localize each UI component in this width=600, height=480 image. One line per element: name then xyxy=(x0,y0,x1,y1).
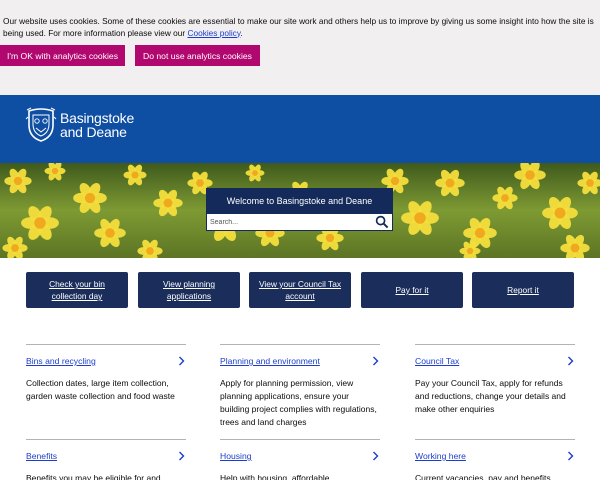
search-icon[interactable] xyxy=(375,215,389,229)
service-description: Current vacancies, pay and benefits xyxy=(415,473,551,480)
site-header: Basingstoke and Deane xyxy=(0,95,600,163)
divider xyxy=(415,439,575,440)
service-description: Pay your Council Tax, apply for refunds … xyxy=(415,378,566,414)
service-card: Council Tax Pay your Council Tax, apply … xyxy=(415,344,575,444)
quick-link-line: applications xyxy=(166,291,212,301)
logo-line-2: and Deane xyxy=(60,124,127,140)
chevron-right-icon[interactable] xyxy=(567,451,574,461)
divider xyxy=(26,439,186,440)
logo-line-1: Basingstoke xyxy=(60,110,135,126)
council-crest-icon xyxy=(25,107,57,142)
housing-link[interactable]: Housing xyxy=(220,451,252,461)
view-planning-applications-button[interactable]: View planning applications xyxy=(138,272,240,308)
benefits-link[interactable]: Benefits xyxy=(26,451,57,461)
service-card: Working here Current vacancies, pay and … xyxy=(415,439,575,480)
search-input[interactable] xyxy=(210,216,370,229)
reject-analytics-cookies-button[interactable]: Do not use analytics cookies xyxy=(135,45,260,66)
cookie-text: Our website uses cookies. Some of these … xyxy=(3,16,594,38)
search-box xyxy=(206,213,393,231)
report-it-button[interactable]: Report it xyxy=(472,272,574,308)
service-card: Bins and recycling Collection dates, lar… xyxy=(26,344,186,444)
service-description: Benefits you may be eligible for and xyxy=(26,473,161,480)
quick-link-line: View planning xyxy=(163,279,215,289)
quick-link-line: Pay for it xyxy=(395,285,429,295)
quick-link-line: Report it xyxy=(507,285,539,295)
view-council-tax-account-button[interactable]: View your Council Tax account xyxy=(249,272,351,308)
cookie-banner: Our website uses cookies. Some of these … xyxy=(0,0,600,95)
quick-link-line: account xyxy=(285,291,315,301)
quick-link-line: collection day xyxy=(51,291,103,301)
service-card: Planning and environment Apply for plann… xyxy=(220,344,380,444)
service-card: Benefits Benefits you may be eligible fo… xyxy=(26,439,186,480)
quick-link-line: Check your bin xyxy=(49,279,105,289)
accept-analytics-cookies-button[interactable]: I'm OK with analytics cookies xyxy=(0,45,125,66)
service-card: Housing Help with housing, affordable xyxy=(220,439,380,480)
quick-link-line: View your Council Tax xyxy=(258,279,342,289)
divider xyxy=(220,439,380,440)
site-logo-link[interactable]: Basingstoke and Deane xyxy=(25,107,145,143)
cookie-message: Our website uses cookies. Some of these … xyxy=(3,16,597,39)
divider xyxy=(415,344,575,345)
bins-and-recycling-link[interactable]: Bins and recycling xyxy=(26,356,96,366)
cookies-policy-link[interactable]: Cookies policy xyxy=(187,28,240,38)
chevron-right-icon[interactable] xyxy=(372,451,379,461)
chevron-right-icon[interactable] xyxy=(372,356,379,366)
chevron-right-icon[interactable] xyxy=(567,356,574,366)
check-bin-collection-button[interactable]: Check your bin collection day xyxy=(26,272,128,308)
divider xyxy=(220,344,380,345)
chevron-right-icon[interactable] xyxy=(178,451,185,461)
service-description: Help with housing, affordable xyxy=(220,473,330,480)
logo-text: Basingstoke and Deane xyxy=(60,111,134,139)
working-here-link[interactable]: Working here xyxy=(415,451,466,461)
council-tax-link[interactable]: Council Tax xyxy=(415,356,459,366)
pay-for-it-button[interactable]: Pay for it xyxy=(361,272,463,308)
planning-and-environment-link[interactable]: Planning and environment xyxy=(220,356,320,366)
welcome-title: Welcome to Basingstoke and Deane xyxy=(206,188,393,213)
divider xyxy=(26,344,186,345)
chevron-right-icon[interactable] xyxy=(178,356,185,366)
service-description: Apply for planning permission, view plan… xyxy=(220,378,377,427)
cookie-text-end: . xyxy=(240,27,243,38)
service-description: Collection dates, large item collection,… xyxy=(26,378,175,401)
